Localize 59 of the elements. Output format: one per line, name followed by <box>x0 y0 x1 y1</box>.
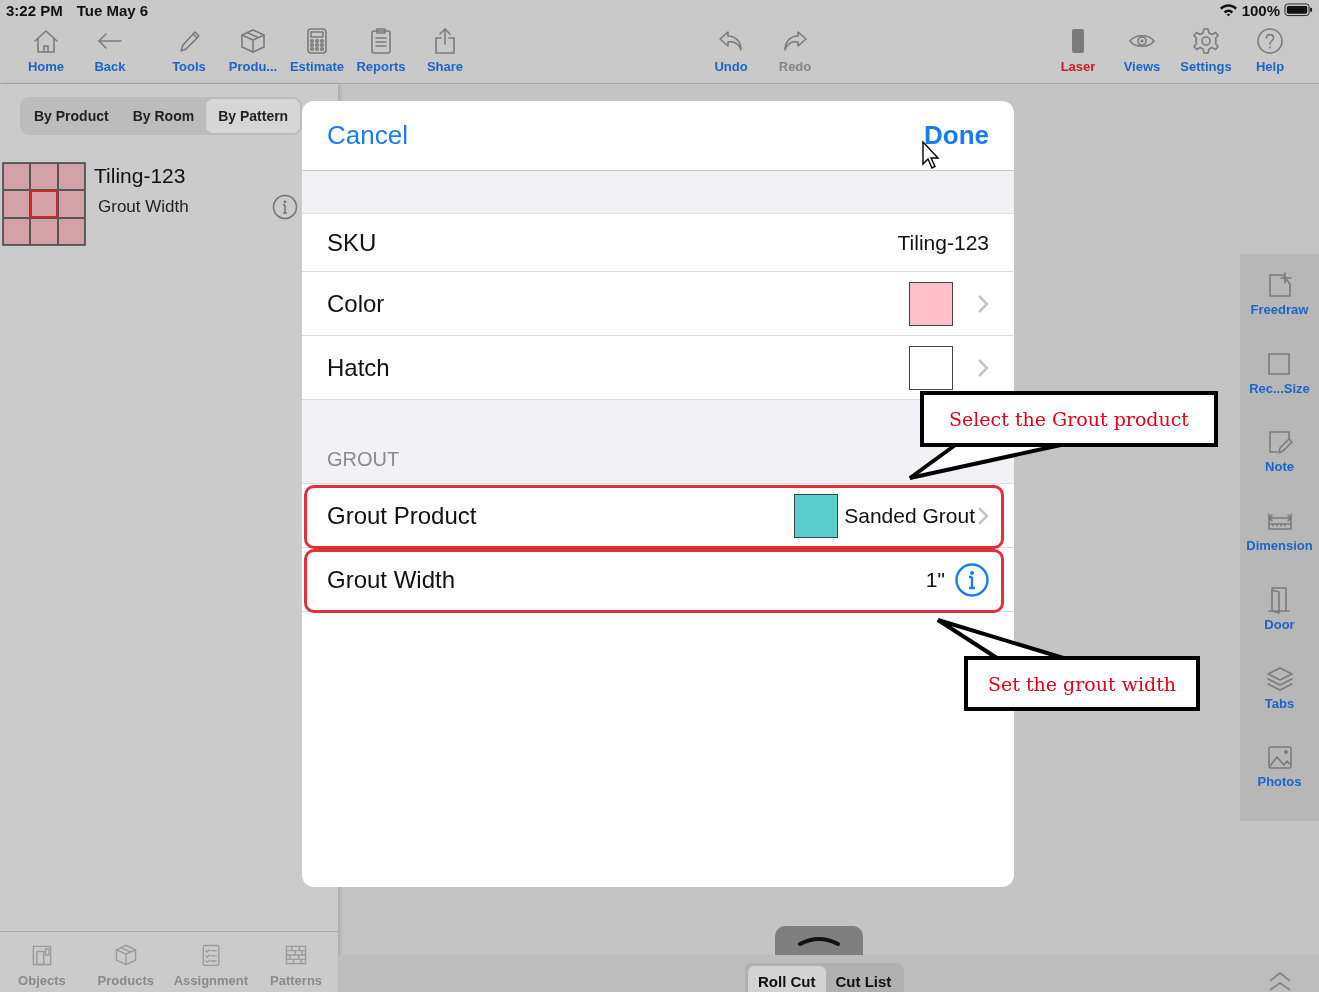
row-label: Hatch <box>327 353 391 382</box>
toolbar-button[interactable]: Estimate <box>285 20 349 83</box>
chevron-icon <box>977 357 989 378</box>
toolbar-button[interactable]: Laser <box>1046 20 1110 83</box>
toolbar-button[interactable]: Tools <box>157 20 221 83</box>
toolbar-button[interactable]: Help <box>1238 20 1302 83</box>
pattern-title: Tiling-123 <box>94 164 187 188</box>
row-value: Tiling-123 <box>897 230 989 255</box>
view-tab[interactable]: Cut List <box>825 966 902 992</box>
side-tool-button[interactable]: Rec...Size <box>1249 348 1310 428</box>
segment-tab[interactable]: By Product <box>22 99 121 133</box>
bottom-tab[interactable]: Products <box>83 935 168 989</box>
list-row[interactable]: Grout Product Sanded Grout <box>302 484 1014 548</box>
info-icon[interactable] <box>955 562 989 597</box>
side-tool-button[interactable]: Freedraw <box>1250 270 1309 349</box>
battery-percent: 100% <box>1241 1 1280 19</box>
toolbar-button[interactable]: Views <box>1110 20 1174 83</box>
row-value: Sanded Grout <box>844 503 975 528</box>
row-label: Grout Product <box>327 501 478 530</box>
pattern-subtitle: Grout Width <box>98 197 189 217</box>
toolbar-button[interactable]: Back <box>78 20 142 83</box>
segment-tab[interactable]: By Room <box>120 99 207 133</box>
toolbar-button[interactable]: Settings <box>1174 20 1238 83</box>
wifi-icon <box>1218 3 1238 17</box>
toolbar-button[interactable]: Home <box>14 20 78 83</box>
bottom-tab[interactable]: Assignment <box>167 935 255 989</box>
list-row[interactable]: Grout Width 1" <box>302 548 1014 612</box>
info-icon[interactable] <box>272 194 298 220</box>
drawer-handle[interactable] <box>774 926 863 955</box>
row-label: Grout Width <box>327 565 457 594</box>
chevron-icon <box>977 293 989 314</box>
list-row[interactable]: Color <box>302 272 1014 336</box>
view-tab[interactable]: Roll Cut <box>748 966 826 992</box>
side-tool-button[interactable]: Photos <box>1257 742 1302 822</box>
row-value: 1" <box>925 567 945 592</box>
help-icon <box>1255 26 1285 56</box>
battery-icon <box>1284 3 1313 17</box>
segment-tab[interactable]: By Pattern <box>206 99 301 133</box>
row-label: SKU <box>327 228 378 257</box>
status-time: 3:22 PM <box>6 1 63 19</box>
section-header: GROUT <box>327 448 400 471</box>
side-tool-button[interactable]: Note <box>1264 427 1295 507</box>
side-tool-button[interactable]: Door <box>1264 584 1295 664</box>
side-tool-button[interactable]: Tabs <box>1264 663 1295 743</box>
toolbar-button[interactable]: Share <box>413 20 477 83</box>
chevron-icon <box>977 505 989 526</box>
box-icon <box>238 26 268 56</box>
toolbar-button[interactable]: Reports <box>349 20 413 83</box>
toolbar-button[interactable]: Produ... <box>221 20 285 83</box>
side-tool-button[interactable]: Dimension <box>1246 506 1313 585</box>
toolbar-button[interactable]: Undo <box>699 20 763 83</box>
cancel-button[interactable]: Cancel <box>327 120 408 151</box>
settings-icon <box>1191 26 1221 56</box>
list-row[interactable]: SKU Tiling-123 <box>302 214 1014 272</box>
done-button[interactable]: Done <box>924 120 989 151</box>
row-label: Color <box>327 289 386 318</box>
bottom-tab[interactable]: Patterns <box>254 935 338 989</box>
status-date: Tue May 6 <box>76 1 149 19</box>
bottom-tab[interactable]: Objects <box>0 935 84 989</box>
